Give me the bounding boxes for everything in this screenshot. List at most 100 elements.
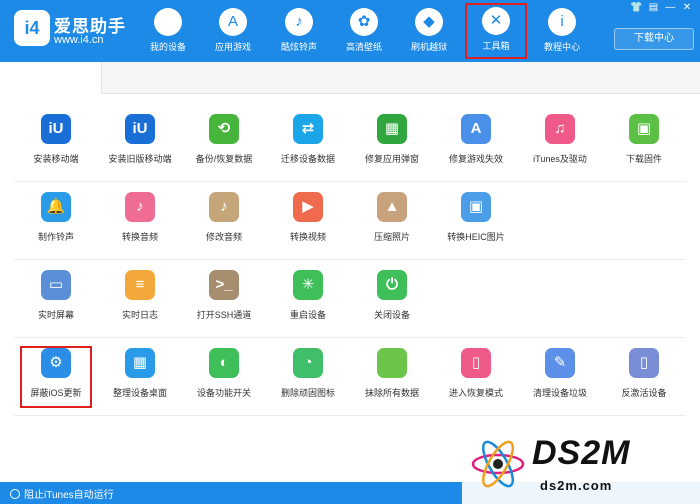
repair-popup-icon: ▦ <box>377 114 407 144</box>
tool-item[interactable]: 抹除所有数据 <box>350 348 434 408</box>
tool-label: 修改音频 <box>205 232 242 242</box>
app-logo: i4 <box>14 10 50 46</box>
tool-item[interactable]: ⚙ 屏蔽iOS更新 <box>20 346 92 408</box>
backup-icon: ⟲ <box>209 114 239 144</box>
recovery-icon: ▯ <box>461 348 491 378</box>
tool-label: 关闭设备 <box>373 310 410 320</box>
tool-label: 反激活设备 <box>621 388 667 398</box>
tool-item[interactable]: ▦ 整理设备桌面 <box>98 348 182 408</box>
watermark: DS2M ds2m.com <box>462 428 700 504</box>
tool-item[interactable]: ◐ 设备功能开关 <box>182 348 266 408</box>
tab-active[interactable] <box>0 62 102 94</box>
tool-label: 删除顽固图标 <box>280 388 335 398</box>
tool-label: iTunes及驱动 <box>533 154 587 164</box>
tab-strip <box>0 62 700 94</box>
clean-icon: ✎ <box>545 348 575 378</box>
tool-item[interactable]: 🔔 制作铃声 <box>14 192 98 252</box>
tool-item[interactable]: ♪ 修改音频 <box>182 192 266 252</box>
tool-item[interactable]: ▣ 转换HEIC图片 <box>434 192 518 252</box>
tool-item[interactable]: ✳ 重启设备 <box>266 270 350 330</box>
shutdown-icon: ⏻ <box>377 270 407 300</box>
bell-icon: ♪ <box>285 8 313 36</box>
tool-item[interactable]: ≡ 实时日志 <box>98 270 182 330</box>
nav-item-3[interactable]: ✿ 高清壁纸 <box>333 6 395 58</box>
ringtone-icon: 🔔 <box>41 192 71 222</box>
tool-label: 修复应用弹窗 <box>364 154 419 164</box>
nav-item-4[interactable]: ◆ 刷机越狱 <box>398 6 460 58</box>
watermark-sub-text: ds2m.com <box>540 478 613 493</box>
minimize-icon[interactable]: — <box>663 2 677 13</box>
i4-app-icon: iU <box>41 114 71 144</box>
tool-item[interactable]: ▦ 修复应用弹窗 <box>350 114 434 174</box>
nav-item-1[interactable]: A 应用游戏 <box>202 6 264 58</box>
tool-label: 整理设备桌面 <box>112 388 167 398</box>
tool-item[interactable]: A 修复游戏失效 <box>434 114 518 174</box>
switch-icon: ◐ <box>209 348 239 378</box>
tool-label: 实时日志 <box>121 310 158 320</box>
tool-label: 屏蔽iOS更新 <box>30 388 82 398</box>
brand-url: www.i4.cn <box>54 34 104 46</box>
video-convert-icon: ▶ <box>293 192 323 222</box>
info-icon: i <box>548 8 576 36</box>
tool-item[interactable]: ▣ 下载固件 <box>602 114 686 174</box>
tools-icon: ✕ <box>482 7 510 35</box>
app-store-icon: A <box>219 8 247 36</box>
tool-item[interactable]: ▶ 转换视频 <box>266 192 350 252</box>
log-icon: ≡ <box>125 270 155 300</box>
tool-label: 制作铃声 <box>37 232 74 242</box>
tool-item[interactable]: ⟲ 备份/恢复数据 <box>182 114 266 174</box>
tool-item[interactable]: ◔ 删除顽固图标 <box>266 348 350 408</box>
nav-label: 刷机越狱 <box>410 42 447 52</box>
migrate-icon: ⇄ <box>293 114 323 144</box>
apple-icon <box>154 8 182 36</box>
deactivate-icon: ▯ <box>629 348 659 378</box>
itunes-block-label: 阻止iTunes自动运行 <box>24 490 114 501</box>
photo-compress-icon: ▲ <box>377 192 407 222</box>
itunes-icon: ♫ <box>545 114 575 144</box>
tool-label: 安装旧版移动端 <box>108 154 172 164</box>
tool-item[interactable]: iU 安装移动端 <box>14 114 98 174</box>
menu-icon[interactable]: ▤ <box>646 2 660 13</box>
dropbox-icon: ◆ <box>415 8 443 36</box>
heic-icon: ▣ <box>461 192 491 222</box>
tool-label: 清理设备垃圾 <box>532 388 587 398</box>
tool-item[interactable]: ▭ 实时屏幕 <box>14 270 98 330</box>
tool-item[interactable]: ⏻ 关闭设备 <box>350 270 434 330</box>
close-icon[interactable]: ✕ <box>680 2 694 13</box>
nav-item-5[interactable]: ✕ 工具箱 <box>465 3 527 59</box>
tool-label: 转换音频 <box>121 232 158 242</box>
tool-label: 修复游戏失效 <box>448 154 503 164</box>
nav-label: 酷炫铃声 <box>280 42 317 52</box>
tool-label: 打开SSH通道 <box>196 310 252 320</box>
tool-label: 重启设备 <box>289 310 326 320</box>
nav-item-0[interactable]: 我的设备 <box>137 6 199 58</box>
itunes-block-toggle[interactable]: 阻止iTunes自动运行 <box>10 486 114 501</box>
tool-label: 迁移设备数据 <box>280 154 335 164</box>
audio-convert-icon: ♪ <box>125 192 155 222</box>
atom-logo-icon <box>471 440 525 488</box>
tool-item[interactable]: ⇄ 迁移设备数据 <box>266 114 350 174</box>
toggle-icon <box>10 489 20 499</box>
tool-item[interactable]: iU 安装旧版移动端 <box>98 114 182 174</box>
tool-item[interactable]: ▯ 反激活设备 <box>602 348 686 408</box>
download-center-button[interactable]: 下载中心 <box>614 28 694 50</box>
tool-label: 设备功能开关 <box>196 388 251 398</box>
nav-item-2[interactable]: ♪ 酷炫铃声 <box>268 6 330 58</box>
tool-item[interactable]: ▯ 进入恢复模式 <box>434 348 518 408</box>
tool-item[interactable]: ♫ iTunes及驱动 <box>518 114 602 174</box>
tool-item[interactable]: ♪ 转换音频 <box>98 192 182 252</box>
reboot-icon: ✳ <box>293 270 323 300</box>
firmware-icon: ▣ <box>629 114 659 144</box>
tool-row: ⚙ 屏蔽iOS更新 ▦ 整理设备桌面 ◐ 设备功能开关 ◔ 删除顽固图标 抹除所有数据 ▯ 进入恢复… <box>14 338 686 416</box>
tools-grid: iU 安装移动端 iU 安装旧版移动端 ⟲ 备份/恢复数据 ⇄ 迁移设备数据 ▦ 修复应用弹窗 A 修… <box>14 104 686 416</box>
tool-item[interactable]: >_ 打开SSH通道 <box>182 270 266 330</box>
tool-item[interactable]: ▲ 压缩照片 <box>350 192 434 252</box>
skin-icon[interactable]: 👕 <box>630 2 644 13</box>
nav-item-6[interactable]: i 教程中心 <box>531 6 593 58</box>
repair-game-icon: A <box>461 114 491 144</box>
audio-edit-icon: ♪ <box>209 192 239 222</box>
tool-label: 压缩照片 <box>373 232 410 242</box>
screen-icon: ▭ <box>41 270 71 300</box>
tool-label: 下载固件 <box>625 154 662 164</box>
tool-item[interactable]: ✎ 清理设备垃圾 <box>518 348 602 408</box>
